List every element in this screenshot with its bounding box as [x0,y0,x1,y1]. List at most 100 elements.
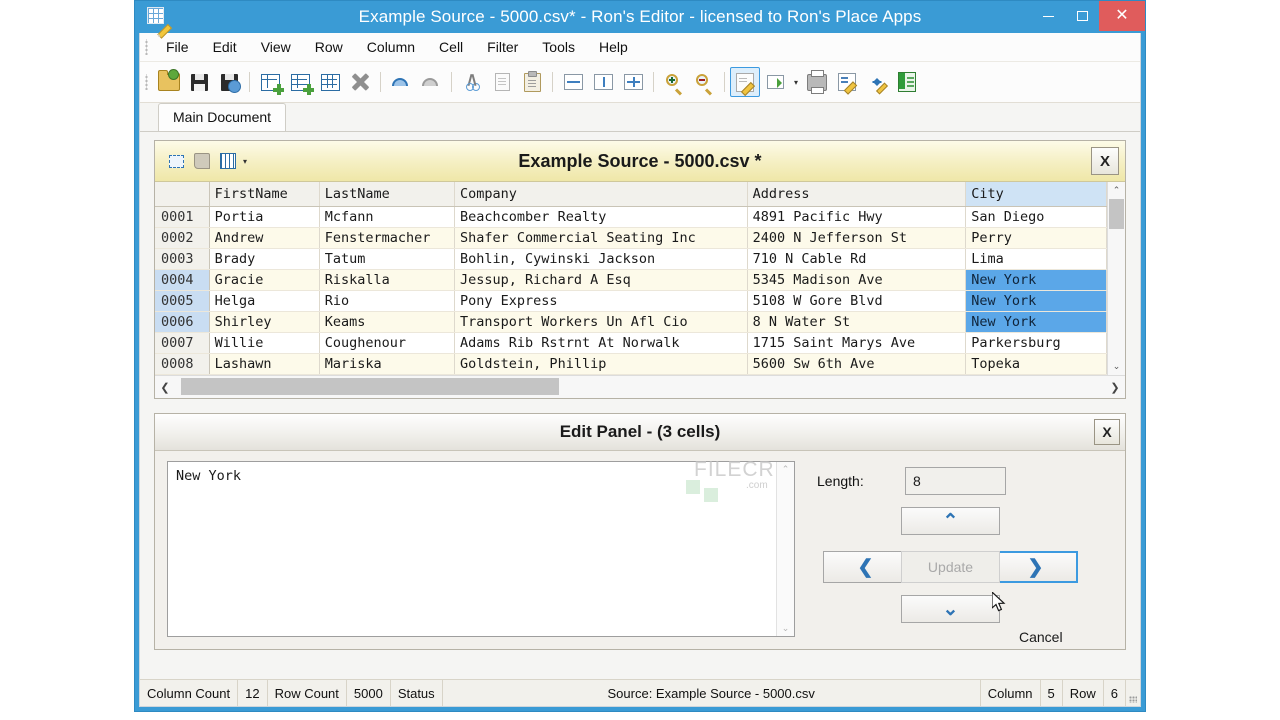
stamp-button[interactable] [191,150,213,172]
table-row[interactable]: 0008 Lashawn Mariska Goldstein, Phillip … [155,353,1107,375]
table-row[interactable]: 0006 Shirley Keams Transport Workers Un … [155,311,1107,333]
col-header-city[interactable]: City [965,182,1107,207]
zoom-in-button[interactable] [659,67,689,97]
grid-panel-close-button[interactable]: X [1091,147,1119,175]
cell-firstname[interactable]: Gracie [209,269,320,291]
col-header-firstname[interactable]: FirstName [209,182,320,207]
row-number[interactable]: 0004 [155,269,210,291]
menu-grip[interactable] [144,39,151,55]
nav-down-button[interactable]: ⌄ [901,595,1000,623]
cell-city[interactable]: New York [965,269,1107,291]
cell-firstname[interactable]: Willie [209,332,320,354]
toolbar-grip[interactable] [144,74,151,90]
delete-button[interactable] [345,67,375,97]
cell-address[interactable]: 5345 Madison Ave [747,269,967,291]
menu-item-help[interactable]: Help [587,35,640,59]
row-number[interactable]: 0006 [155,311,210,333]
export-dropdown-caret[interactable]: ▾ [790,67,802,97]
zoom-out-button[interactable] [689,67,719,97]
table-button[interactable] [315,67,345,97]
cell-company[interactable]: Adams Rib Rstrnt At Norwalk [454,332,748,354]
editor-scroll-up-icon[interactable]: ⌃ [782,464,790,475]
resize-grip-icon[interactable] [1126,680,1140,706]
cell-city[interactable]: Parkersburg [965,332,1107,354]
cell-company[interactable]: Pony Express [454,290,748,312]
vertical-scroll-thumb[interactable] [1109,199,1124,229]
menu-item-edit[interactable]: Edit [201,35,249,59]
cell-city[interactable]: New York [965,311,1107,333]
save-button[interactable] [184,67,214,97]
row-number[interactable]: 0005 [155,290,210,312]
cell-firstname[interactable]: Shirley [209,311,320,333]
insert-column-button[interactable] [255,67,285,97]
cell-address[interactable]: 8 N Water St [747,311,967,333]
table-row[interactable]: 0002 Andrew Fenstermacher Shafer Commerc… [155,227,1107,249]
cell-lastname[interactable]: Tatum [319,248,456,270]
cell-address[interactable]: 4891 Pacific Hwy [747,206,967,228]
cell-address[interactable]: 5108 W Gore Blvd [747,290,967,312]
grid-horizontal-scrollbar[interactable]: ❮ ❯ [155,375,1125,398]
cell-lastname[interactable]: Coughenour [319,332,456,354]
cell-firstname[interactable]: Portia [209,206,320,228]
cell-address[interactable]: 1715 Saint Marys Ave [747,332,967,354]
table-row[interactable]: 0004 Gracie Riskalla Jessup, Richard A E… [155,269,1107,291]
grid-vertical-scrollbar[interactable]: ⌃ ⌄ [1107,182,1125,375]
editor-vertical-scrollbar[interactable]: ⌃ ⌄ [776,462,794,636]
copy-button[interactable] [487,67,517,97]
cell-city[interactable]: Topeka [965,353,1107,375]
insert-row-button[interactable] [285,67,315,97]
edit-schema-button[interactable] [832,67,862,97]
col-header-lastname[interactable]: LastName [319,182,456,207]
cell-editor[interactable]: New York ⌃ ⌄ [167,461,795,637]
row-number[interactable]: 0007 [155,332,210,354]
excel-export-button[interactable] [892,67,922,97]
scroll-up-icon[interactable]: ⌃ [1108,182,1125,199]
cancel-button[interactable]: Cancel [1019,629,1063,645]
row-number[interactable]: 0002 [155,227,210,249]
nav-prev-button[interactable]: ❮ [823,551,908,583]
horizontal-scroll-thumb[interactable] [181,378,559,395]
row-number[interactable]: 0001 [155,206,210,228]
nav-up-button[interactable]: ⌃ [901,507,1000,535]
sort-button[interactable] [862,67,892,97]
cell-address[interactable]: 5600 Sw 6th Ave [747,353,967,375]
cell-lastname[interactable]: Rio [319,290,456,312]
print-button[interactable] [802,67,832,97]
select-region-button[interactable] [165,150,187,172]
cell-city[interactable]: Perry [965,227,1107,249]
menu-item-cell[interactable]: Cell [427,35,475,59]
maximize-button[interactable] [1065,1,1099,31]
paste-button[interactable] [517,67,547,97]
undo-button[interactable] [386,67,416,97]
row-number[interactable]: 0003 [155,248,210,270]
close-button[interactable]: ✕ [1099,1,1145,31]
cell-company[interactable]: Shafer Commercial Seating Inc [454,227,748,249]
cell-city[interactable]: New York [965,290,1107,312]
cell-company[interactable]: Bohlin, Cywinski Jackson [454,248,748,270]
horizontal-scroll-track[interactable] [175,376,1105,398]
cell-firstname[interactable]: Helga [209,290,320,312]
tab-main-document[interactable]: Main Document [158,103,287,131]
cell-address[interactable]: 2400 N Jefferson St [747,227,967,249]
fit-width-button[interactable] [558,67,588,97]
cell-company[interactable]: Goldstein, Phillip [454,353,748,375]
cell-lastname[interactable]: Riskalla [319,269,456,291]
cell-city[interactable]: Lima [965,248,1107,270]
col-header-company[interactable]: Company [454,182,748,207]
cell-city[interactable]: San Diego [965,206,1107,228]
table-row[interactable]: 0001 Portia Mcfann Beachcomber Realty 48… [155,206,1107,228]
cell-editor-textarea[interactable]: New York [168,462,776,636]
cell-lastname[interactable]: Keams [319,311,456,333]
menu-item-tools[interactable]: Tools [530,35,587,59]
minimize-button[interactable] [1031,1,1065,31]
table-row[interactable]: 0003 Brady Tatum Bohlin, Cywinski Jackso… [155,248,1107,270]
cell-lastname[interactable]: Mcfann [319,206,456,228]
scroll-right-icon[interactable]: ❯ [1105,376,1125,398]
cell-company[interactable]: Beachcomber Realty [454,206,748,228]
editor-scroll-down-icon[interactable]: ⌄ [782,623,790,634]
columns-dropdown-caret[interactable]: ▾ [239,150,251,172]
fit-page-button[interactable] [618,67,648,97]
cell-company[interactable]: Transport Workers Un Afl Cio [454,311,748,333]
export-button[interactable] [760,67,790,97]
col-header-rownum[interactable] [155,182,210,207]
